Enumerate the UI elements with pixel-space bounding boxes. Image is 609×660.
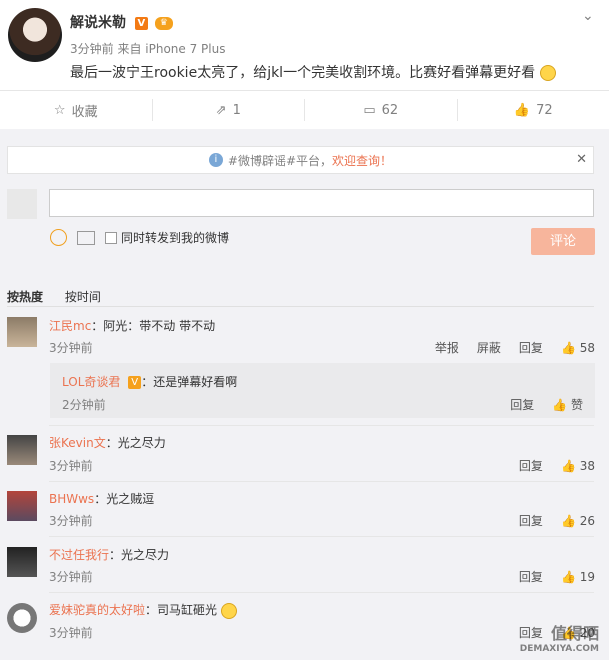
sort-tabs: 按热度 按时间	[7, 288, 101, 305]
reply-user-name[interactable]: LOL奇谈君	[62, 375, 120, 389]
post-action-bar: ☆ 收藏 ⇗ 1 ▭ 62 👍 72	[0, 90, 609, 130]
comment-like-count: 38	[579, 458, 595, 473]
notice-link[interactable]: 欢迎查询！	[332, 152, 392, 169]
commenter-name[interactable]: 不过任我行	[49, 548, 109, 562]
thumbs-up-icon: 👍	[560, 458, 576, 473]
comment-text: ：光之尽力	[109, 548, 170, 562]
post-text: 最后一波宁王rookie太亮了，给jkl一个完美收割环境。比赛好看弹幕更好看	[70, 65, 536, 81]
report-button[interactable]: 举报	[435, 339, 459, 356]
verified-badge-icon: V	[134, 16, 148, 30]
post-time[interactable]: 3分钟前	[70, 42, 114, 56]
commenter-avatar[interactable]	[7, 435, 37, 465]
reply-text: ：还是弹幕好看啊	[141, 375, 238, 389]
comment-time: 3分钟前	[49, 626, 93, 640]
chevron-down-icon[interactable]: ⌄	[582, 8, 594, 24]
favorite-button[interactable]: ☆ 收藏	[0, 91, 152, 129]
repost-icon: ⇗	[215, 102, 227, 118]
thumbs-up-icon: 👍	[560, 513, 576, 528]
thumbs-up-icon: 👍	[560, 569, 576, 584]
reply-button[interactable]: 回复	[510, 396, 534, 413]
close-icon[interactable]: ✕	[576, 152, 587, 167]
repost-button[interactable]: ⇗ 1	[153, 91, 305, 129]
comment-time: 3分钟前	[49, 514, 93, 528]
comment-time: 3分钟前	[49, 570, 93, 584]
watermark-sub: DEMAXIYA.COM	[519, 644, 599, 654]
commenter-avatar[interactable]	[7, 491, 37, 521]
commenter-avatar[interactable]	[7, 317, 37, 347]
author-name[interactable]: 解说米勒	[70, 15, 126, 31]
comment-like-count: 58	[579, 340, 595, 355]
reply-button[interactable]: 回复	[519, 339, 543, 356]
comment-like-button[interactable]: 👍 26	[561, 514, 595, 528]
comment-like-button[interactable]: 👍 19	[561, 570, 595, 584]
watermark-main: 值得晒	[550, 624, 599, 643]
comment-button[interactable]: ▭ 62	[305, 91, 457, 129]
reply-button[interactable]: 回复	[519, 568, 543, 585]
commenter-avatar[interactable]	[7, 547, 37, 577]
verified-badge-icon: V	[128, 376, 142, 389]
comment-time: 3分钟前	[49, 459, 93, 473]
tab-sort-time[interactable]: 按时间	[65, 290, 101, 304]
divider	[49, 425, 594, 426]
comment-icon: ▭	[363, 102, 376, 118]
comment-text: ：阿光：带不动 带不动	[91, 319, 216, 333]
commenter-name[interactable]: BHWws	[49, 492, 94, 506]
commenter-avatar[interactable]	[7, 603, 37, 633]
thumbs-up-icon: 👍	[552, 398, 568, 412]
like-button[interactable]: 👍 72	[458, 91, 609, 129]
repost-count: 1	[232, 102, 241, 118]
reply-button[interactable]: 回复	[519, 457, 543, 474]
image-upload-icon[interactable]	[77, 230, 95, 245]
cat-emoji-icon	[220, 602, 237, 619]
comment-text: ：司马缸砸光	[145, 603, 218, 617]
cat-emoji-icon	[539, 65, 556, 81]
comment-count: 62	[381, 102, 399, 118]
reply-time: 2分钟前	[62, 398, 106, 412]
hide-button[interactable]: 屏蔽	[477, 339, 501, 356]
reply-like-button[interactable]: 👍 赞	[552, 396, 583, 413]
site-watermark: 值得晒 DEMAXIYA.COM	[520, 620, 599, 654]
thumbs-up-icon: 👍	[560, 340, 576, 355]
emoji-picker-icon[interactable]	[50, 229, 67, 246]
like-label: 赞	[570, 398, 583, 412]
sort-divider	[7, 306, 594, 307]
post-source: 来自 iPhone 7 Plus	[117, 42, 226, 56]
comment-like-button[interactable]: 👍 38	[561, 459, 595, 473]
submit-comment-button[interactable]: 评论	[531, 228, 595, 255]
info-icon: i	[208, 153, 223, 167]
comment-like-button[interactable]: 👍 58	[561, 341, 595, 355]
tab-sort-hot[interactable]: 按热度	[7, 290, 43, 304]
notice-text: #微博辟谣#平台，	[227, 153, 333, 168]
comment-time: 3分钟前	[49, 341, 93, 355]
notice-bar: i #微博辟谣#平台， 欢迎查询！	[7, 146, 594, 174]
reply-button[interactable]: 回复	[519, 512, 543, 529]
vip-level-icon: ♛	[154, 16, 173, 30]
commenter-name[interactable]: 江民mc	[49, 319, 91, 333]
like-count: 72	[536, 102, 553, 118]
star-icon: ☆	[53, 102, 66, 118]
commenter-name[interactable]: 爱妹驼真的太好啦	[49, 603, 145, 617]
divider	[49, 536, 594, 537]
user-avatar-placeholder	[7, 189, 37, 219]
comment-text: ：光之贼逗	[94, 492, 155, 506]
commenter-name[interactable]: 张Kevin文	[49, 436, 106, 450]
favorite-label: 收藏	[71, 104, 98, 120]
divider	[49, 481, 594, 482]
comment-like-count: 19	[579, 569, 595, 584]
comment-text: ：光之尽力	[105, 436, 166, 450]
thumbs-up-icon: 👍	[513, 102, 531, 118]
repost-option-label: 同时转发到我的微博	[121, 231, 230, 245]
comment-input[interactable]	[49, 189, 594, 217]
author-avatar[interactable]	[8, 8, 62, 62]
comment-like-count: 26	[579, 513, 595, 528]
divider	[49, 592, 594, 593]
repost-checkbox[interactable]	[105, 231, 117, 244]
